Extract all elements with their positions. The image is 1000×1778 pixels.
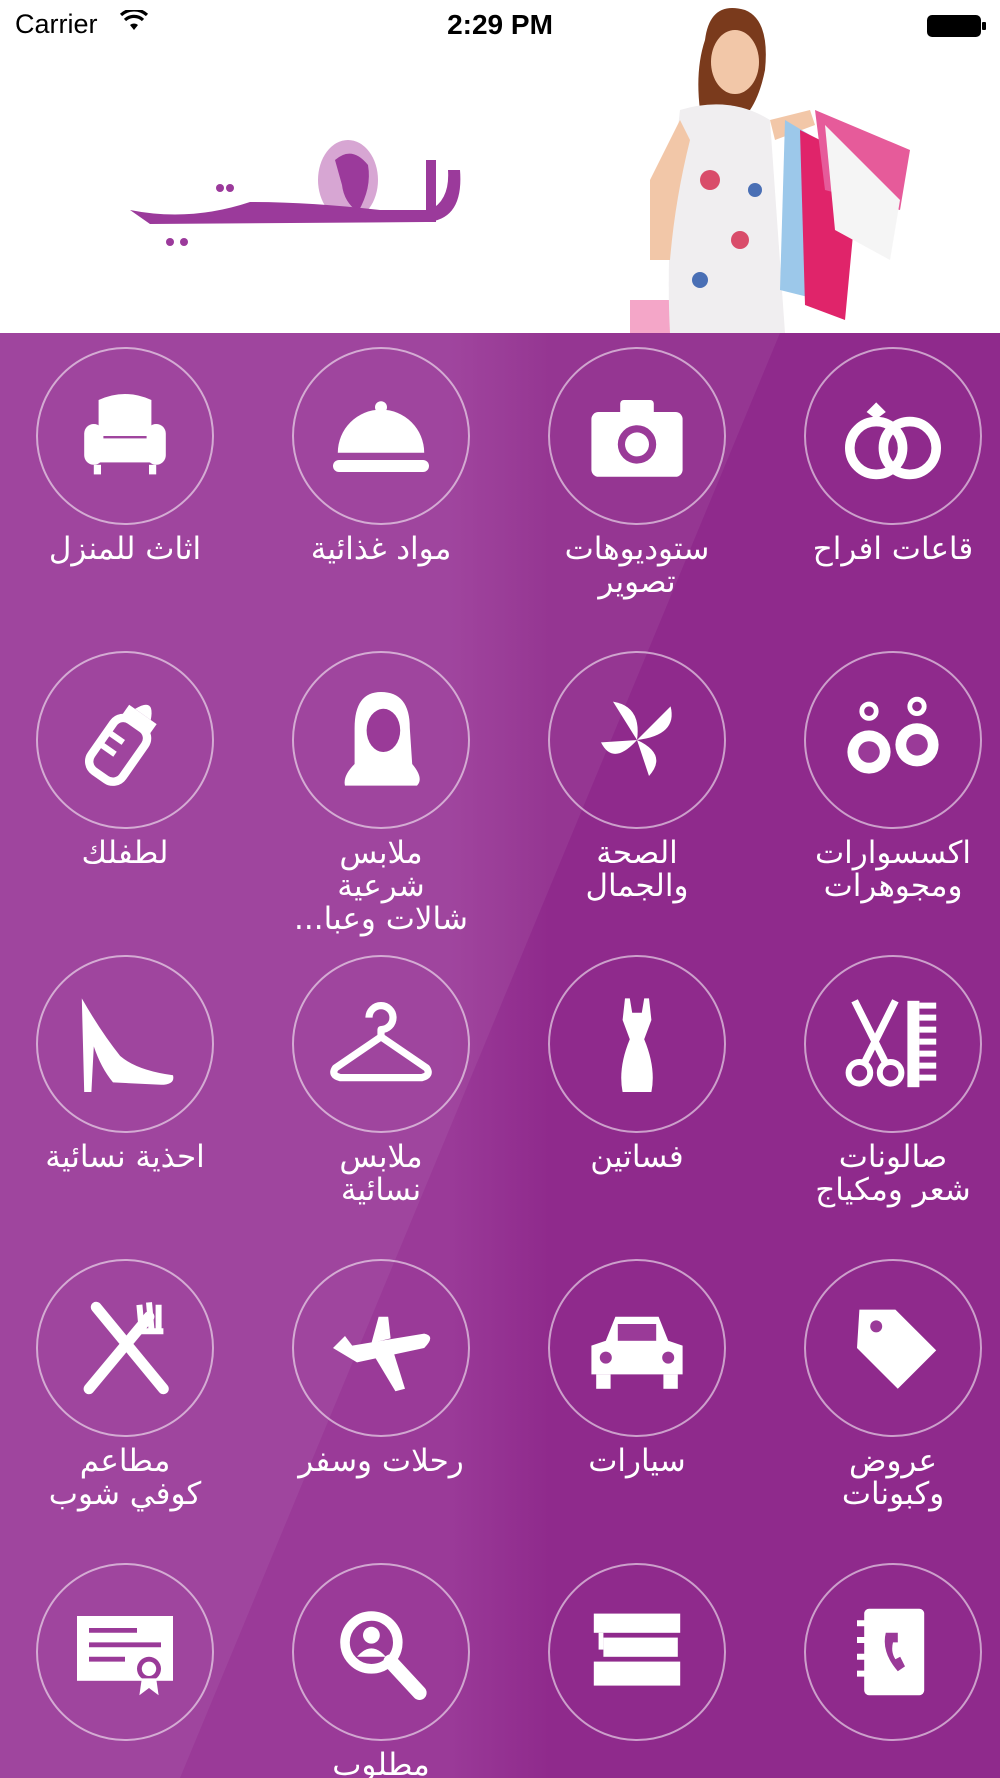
camera-icon	[548, 347, 726, 525]
phonebook-icon	[804, 1563, 982, 1741]
category-label: ملابس شرعية شالات وعبا...	[294, 835, 468, 937]
category-tile[interactable]: عروض وكبونات	[768, 1245, 1000, 1549]
rings-icon	[804, 347, 982, 525]
category-label: رحلات وسفر	[298, 1443, 464, 1479]
category-tile[interactable]	[512, 1549, 768, 1778]
category-label: احذية نسائية	[45, 1139, 205, 1175]
price-tag-icon	[804, 1259, 982, 1437]
person-search-icon	[292, 1563, 470, 1741]
armchair-icon	[36, 347, 214, 525]
status-time: 2:29 PM	[447, 9, 553, 40]
category-tile[interactable]: ستوديوهات تصوير	[512, 333, 768, 637]
certificate-icon	[36, 1563, 214, 1741]
category-label: مواد غذائية	[310, 531, 452, 567]
category-tile[interactable]	[0, 1549, 256, 1778]
battery-icon	[926, 14, 988, 42]
baby-bottle-icon	[36, 651, 214, 829]
hanger-icon	[292, 955, 470, 1133]
app-logo	[130, 140, 490, 260]
category-tile[interactable]: قاعات افراح	[768, 333, 1000, 637]
category-tile[interactable]: صالونات شعر ومكياج	[768, 941, 1000, 1245]
food-cloche-icon	[292, 347, 470, 525]
category-grid: قاعات افراح ستوديوهات تصوير مواد غذائية …	[0, 333, 1000, 1778]
category-label: الصحة والجمال	[585, 835, 689, 904]
category-label: ملابس نسائية	[339, 1139, 423, 1208]
category-tile[interactable]: اثاث للمنزل	[0, 333, 256, 637]
category-label: قاعات افراح	[812, 531, 974, 567]
category-tile[interactable]: مواد غذائية	[256, 333, 512, 637]
category-label: لطفلك	[81, 835, 169, 871]
category-tile[interactable]: احذية نسائية	[0, 941, 256, 1245]
category-tile[interactable]: الصحة والجمال	[512, 637, 768, 941]
dress-icon	[548, 955, 726, 1133]
category-tile[interactable]: سيارات	[512, 1245, 768, 1549]
category-label: اثاث للمنزل	[48, 531, 202, 567]
category-label: ستوديوهات تصوير	[564, 531, 710, 600]
earrings-icon	[804, 651, 982, 829]
butterfly-icon	[548, 651, 726, 829]
category-tile[interactable]: ملابس شرعية شالات وعبا...	[256, 637, 512, 941]
header: Carrier 2:29 PM	[0, 0, 1000, 333]
category-tile[interactable]: فساتين	[512, 941, 768, 1245]
category-tile[interactable]: مطاعم كوفي شوب	[0, 1245, 256, 1549]
airplane-icon	[292, 1259, 470, 1437]
category-tile[interactable]: ملابس نسائية	[256, 941, 512, 1245]
category-label: صالونات شعر ومكياج	[815, 1139, 971, 1208]
category-label: مطاعم كوفي شوب	[48, 1443, 202, 1512]
category-tile[interactable]: مطلوب	[256, 1549, 512, 1778]
category-tile[interactable]: اكسسوارات ومجوهرات	[768, 637, 1000, 941]
category-label: فساتين	[590, 1139, 684, 1175]
category-label: عروض وكبونات	[841, 1443, 945, 1512]
category-tile[interactable]	[768, 1549, 1000, 1778]
scissors-comb-icon	[804, 955, 982, 1133]
category-tile[interactable]: لطفلك	[0, 637, 256, 941]
category-label: اكسسوارات ومجوهرات	[814, 835, 972, 904]
category-label: سيارات	[588, 1443, 686, 1479]
fork-knife-icon	[36, 1259, 214, 1437]
category-tile[interactable]: رحلات وسفر	[256, 1245, 512, 1549]
category-label: مطلوب	[332, 1747, 430, 1778]
car-icon	[548, 1259, 726, 1437]
hijab-woman-icon	[292, 651, 470, 829]
books-icon	[548, 1563, 726, 1741]
status-bar: Carrier 2:29 PM	[0, 0, 1000, 52]
high-heel-icon	[36, 955, 214, 1133]
